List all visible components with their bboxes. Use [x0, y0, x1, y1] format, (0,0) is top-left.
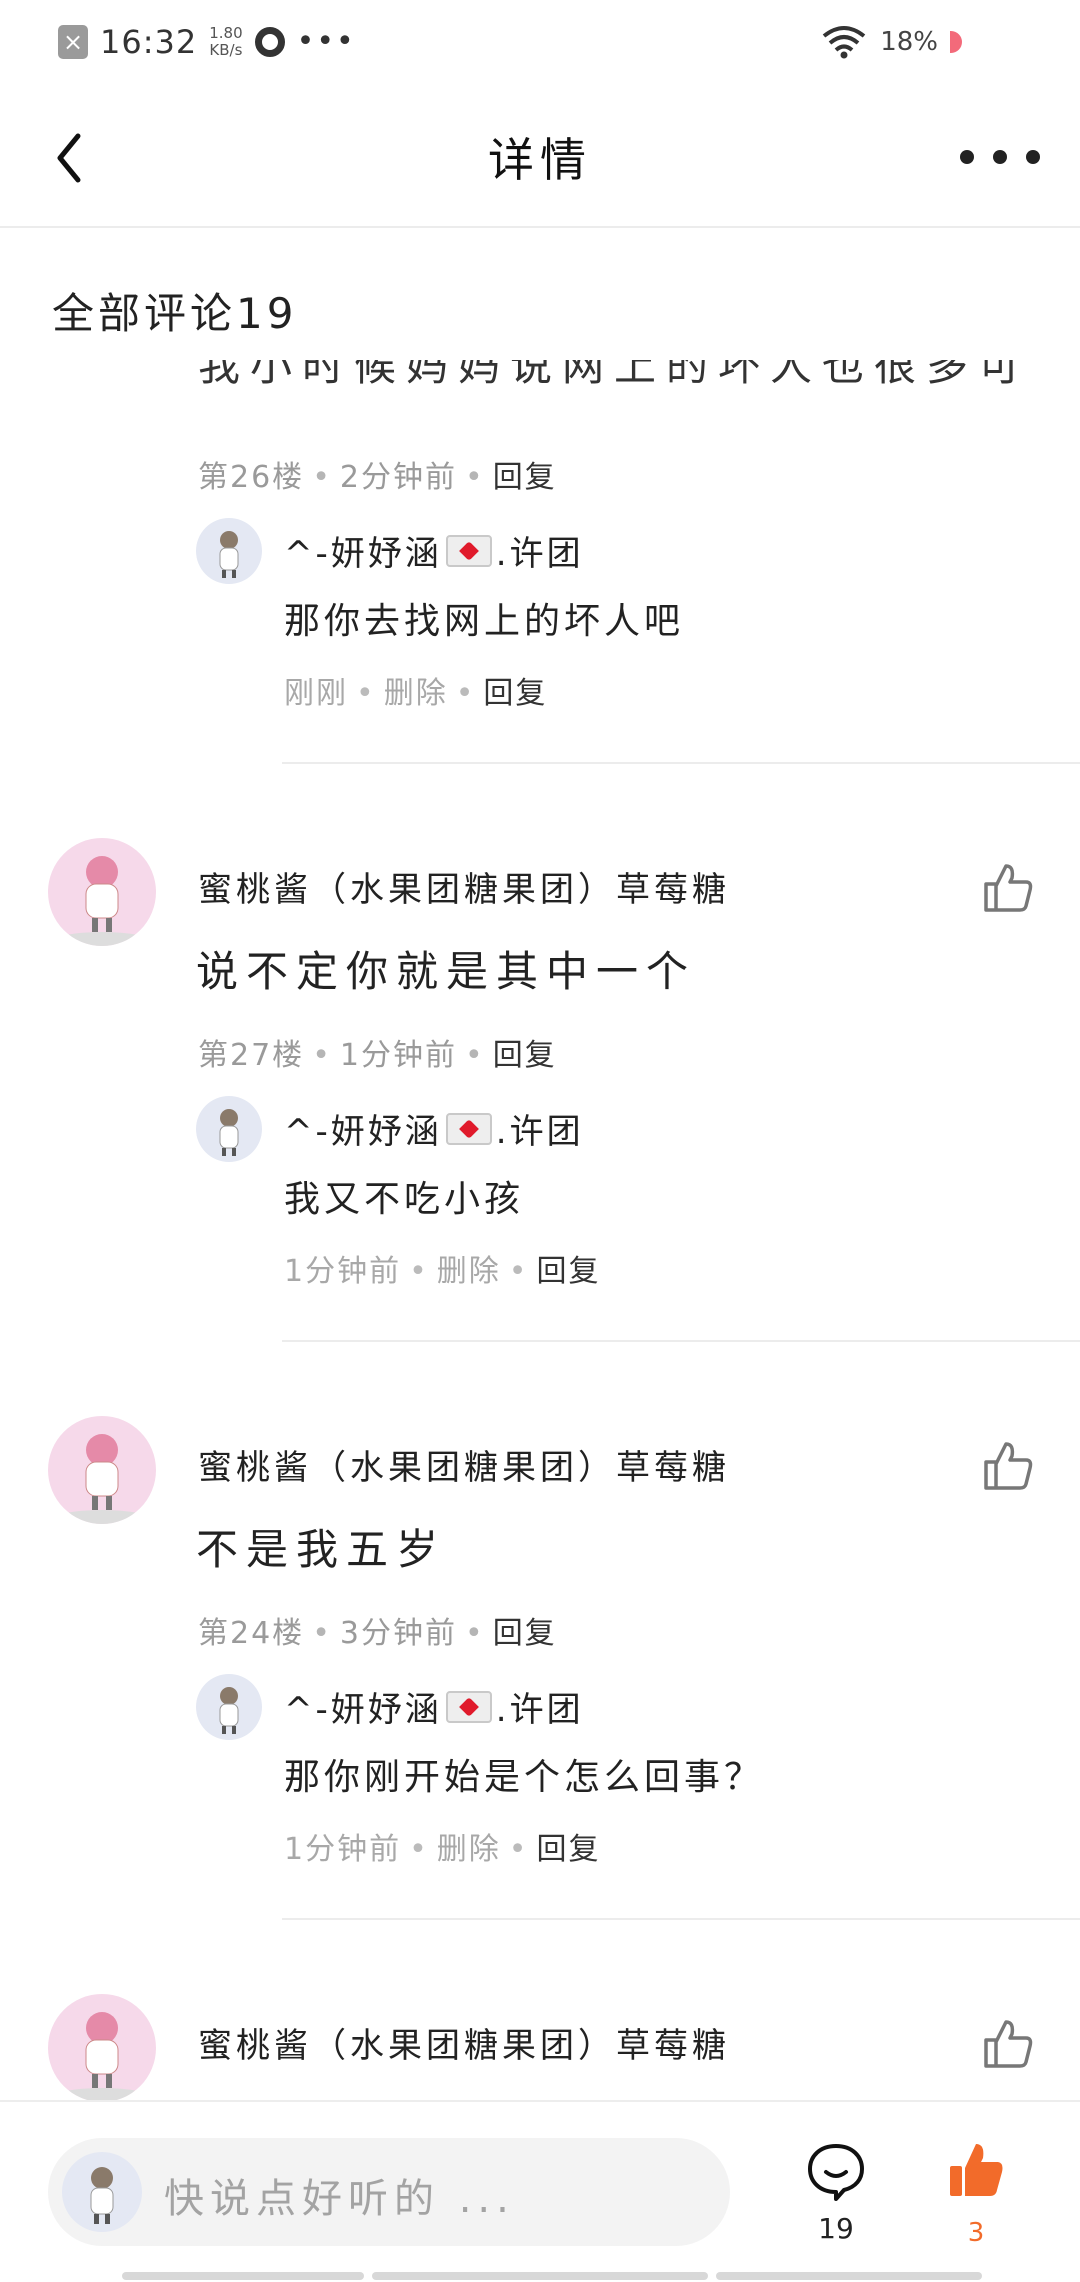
comments-header: 全部评论19: [52, 289, 298, 338]
comment-content: 说不定你就是其中一个: [196, 947, 697, 996]
more-dot: [993, 150, 1007, 164]
thumbs-up-icon[interactable]: [980, 1438, 1036, 1494]
reply-text: 我又不吃小孩: [284, 1179, 525, 1220]
reply-link[interactable]: 回复: [493, 1038, 557, 1073]
reply-item: ^-妍妤涵 .许团 我又不吃小孩 1分钟前 • 删除 • 回复: [196, 1096, 1080, 1289]
avatar-figure: [52, 856, 152, 946]
network-speed-value: 1.80: [209, 24, 243, 42]
reply-time: 1分钟前: [284, 1832, 402, 1867]
avatar-figure: [219, 1109, 239, 1156]
reply-item: ^-妍妤涵 .许团 那你刚开始是个怎么回事？ 1分钟前 • 删除 • 回复: [196, 1674, 1080, 1867]
comment-time: 3分钟前: [339, 1616, 457, 1651]
nav-bar: 详情: [0, 90, 1080, 228]
app-notification-icon: [254, 27, 285, 57]
reply-link[interactable]: 回复: [537, 1254, 601, 1289]
delete-link[interactable]: 删除: [437, 1832, 501, 1867]
comment-count: 19: [818, 2212, 854, 2245]
network-speed-unit: KB/s: [209, 41, 243, 59]
status-right: 18%: [820, 20, 962, 64]
comment-time: 2分钟前: [339, 460, 457, 495]
username-prefix: ^-妍妤涵: [284, 1112, 442, 1152]
delete-link[interactable]: 删除: [437, 1254, 501, 1289]
username-prefix: ^-妍妤涵: [284, 1690, 442, 1730]
reply-time: 1分钟前: [284, 1254, 402, 1289]
more-dot: [1026, 150, 1040, 164]
reply-text: 那你去找网上的坏人吧: [284, 601, 685, 642]
envelope-heart-icon: [445, 1112, 492, 1145]
envelope-heart-icon: [445, 1690, 492, 1723]
more-dots-icon[interactable]: [960, 134, 1040, 180]
reply-username[interactable]: ^-妍妤涵 .许团: [284, 526, 584, 575]
username-prefix: ^-妍妤涵: [284, 534, 442, 574]
avatar[interactable]: [48, 1994, 156, 2100]
scroll-indicator: [372, 2272, 708, 2280]
reply-link[interactable]: 回复: [493, 1616, 557, 1651]
comment-bubble-icon[interactable]: [806, 2142, 866, 2202]
network-speed: 1.80 KB/s: [209, 25, 242, 59]
thumbs-up-icon[interactable]: [946, 2140, 1006, 2200]
comment-meta: 第27楼 • 1分钟前 • 回复: [198, 1038, 557, 1073]
reply-link[interactable]: 回复: [493, 460, 557, 495]
comment-content: 不是我五岁: [196, 1525, 447, 1574]
status-bar: × 16:32 1.80 KB/s ••• 18%: [0, 0, 1080, 90]
thumbs-up-icon[interactable]: [980, 2016, 1036, 2072]
wifi-icon: [822, 26, 866, 59]
comment-username[interactable]: 蜜桃酱（水果团糖果团）草莓糖: [198, 1440, 730, 1489]
avatar[interactable]: [48, 838, 156, 946]
battery-percent: 18%: [880, 27, 938, 57]
status-more-icon: •••: [296, 24, 356, 59]
scroll-indicator: [122, 2272, 364, 2280]
reply-username[interactable]: ^-妍妤涵 .许团: [284, 1682, 584, 1731]
reply-username[interactable]: ^-妍妤涵 .许团: [284, 1104, 584, 1153]
battery-icon: [950, 31, 962, 53]
reply-meta: 刚刚 • 删除 • 回复: [284, 676, 548, 711]
cut-off-comment-text: 我小时候妈妈说网上的坏人也很多可: [198, 360, 1031, 390]
avatar-figure: [90, 2167, 114, 2224]
envelope-heart-icon: [445, 534, 492, 567]
status-left: × 16:32 1.80 KB/s •••: [58, 20, 356, 64]
close-notification-icon: ×: [58, 25, 88, 59]
username-suffix: .许团: [495, 534, 584, 574]
avatar-figure: [219, 1687, 239, 1734]
comment-username[interactable]: 蜜桃酱（水果团糖果团）草莓糖: [198, 862, 730, 911]
status-time: 16:32: [100, 23, 198, 61]
comment-username[interactable]: 蜜桃酱（水果团糖果团）草莓糖: [198, 2018, 730, 2067]
avatar[interactable]: [48, 1416, 156, 1524]
reply-text: 那你刚开始是个怎么回事？: [284, 1757, 765, 1798]
username-suffix: .许团: [495, 1690, 584, 1730]
reply-item: ^-妍妤涵 .许团 那你去找网上的坏人吧 刚刚 • 删除 • 回复: [196, 518, 1080, 711]
reply-meta: 1分钟前 • 删除 • 回复: [284, 1254, 601, 1289]
avatar: [62, 2152, 142, 2232]
reply-meta: 1分钟前 • 删除 • 回复: [284, 1832, 601, 1867]
avatar-figure: [219, 531, 239, 578]
divider: [282, 1918, 1080, 1920]
more-dot: [960, 150, 974, 164]
floor-number: 第26楼: [198, 460, 305, 495]
divider: [282, 762, 1080, 764]
username-suffix: .许团: [495, 1112, 584, 1152]
like-count: 3: [967, 2218, 985, 2248]
comment-list[interactable]: 我小时候妈妈说网上的坏人也很多可 第26楼 • 2分钟前 • 回复 ^-妍妤涵 .许团 那…: [0, 360, 1080, 2100]
reply-link[interactable]: 回复: [537, 1832, 601, 1867]
avatar-figure: [52, 1434, 152, 1524]
avatar[interactable]: [196, 518, 262, 584]
reply-link[interactable]: 回复: [483, 676, 547, 711]
avatar[interactable]: [196, 1674, 262, 1740]
comment-meta: 第26楼 • 2分钟前 • 回复: [198, 460, 557, 495]
comment-input[interactable]: 快说点好听的 ...: [48, 2138, 730, 2246]
floor-number: 第24楼: [198, 1616, 305, 1651]
avatar-figure: [52, 2012, 152, 2100]
delete-link[interactable]: 删除: [384, 676, 448, 711]
reply-time: 刚刚: [284, 676, 348, 711]
divider: [282, 1340, 1080, 1342]
avatar[interactable]: [196, 1096, 262, 1162]
scroll-indicator: [716, 2272, 982, 2280]
comment-time: 1分钟前: [339, 1038, 457, 1073]
floor-number: 第27楼: [198, 1038, 305, 1073]
page-title: 详情: [488, 133, 592, 187]
comment-meta: 第24楼 • 3分钟前 • 回复: [198, 1616, 557, 1651]
bottom-bar: 快说点好听的 ... 19 3: [0, 2100, 1080, 2282]
input-placeholder: 快说点好听的 ...: [164, 2176, 515, 2222]
thumbs-up-icon[interactable]: [980, 860, 1036, 916]
